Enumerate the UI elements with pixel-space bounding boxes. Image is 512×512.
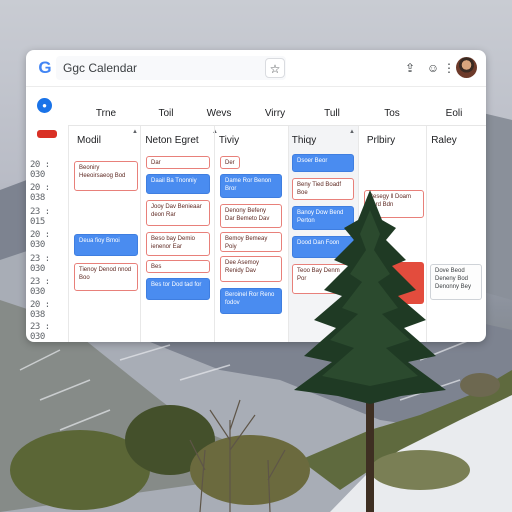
day-header[interactable]: Eoli	[424, 108, 484, 119]
time-label: 20 : 030	[30, 230, 50, 250]
time-label: 23 : 015	[30, 207, 50, 227]
share-icon[interactable]: ⇪	[400, 58, 420, 78]
more-vert-icon[interactable]: ⋮	[443, 58, 455, 78]
event[interactable]: Dsoer Beor	[292, 154, 354, 172]
column-header[interactable]: Prlbiry	[346, 135, 416, 146]
event[interactable]: Beoniry Heeoirsaeog Bod	[74, 161, 138, 191]
time-label: 23 : 030	[30, 322, 50, 342]
time-label: 20 : 038	[30, 183, 50, 203]
face-icon[interactable]: ☺	[423, 58, 443, 78]
day-header[interactable]: Virry	[245, 108, 305, 119]
column-separator	[140, 126, 141, 342]
event[interactable]: Jooy Dav Benieaar deon Rar	[146, 200, 210, 226]
header-divider	[68, 125, 486, 126]
day-header[interactable]: Tos	[362, 108, 422, 119]
event[interactable]: Dee Asemoy Renidy Dav	[220, 256, 282, 282]
top-bar: G Ggc Calendar ☆ ⇪ ☺ ⋮	[26, 50, 486, 86]
column-header[interactable]: Thiqy	[269, 135, 339, 146]
google-logo-icon: G	[38, 58, 52, 77]
column-header[interactable]: Tiviy	[194, 135, 264, 146]
column-separator	[214, 126, 215, 342]
event[interactable]: Der	[220, 156, 240, 169]
event[interactable]: Tienoy Denod nnod Boo	[74, 263, 138, 291]
event[interactable]: Beroinel Ror Reno fodov	[220, 288, 282, 314]
event[interactable]: Bes tor Dod tad for	[146, 278, 210, 300]
event[interactable]: Bemoy Bemeay Poiy	[220, 232, 282, 252]
calendar-logo-icon[interactable]: ●	[37, 98, 52, 113]
star-icon[interactable]: ☆	[265, 58, 285, 78]
event[interactable]: Denony Befeny Dar Bemeto Dav	[220, 204, 282, 228]
event[interactable]: Deua fioy Bmoi	[74, 234, 138, 256]
event[interactable]: Bes	[146, 260, 210, 273]
day-header[interactable]: Tull	[302, 108, 362, 119]
sort-icon[interactable]: ▲	[349, 129, 355, 135]
event[interactable]: Dame Ror Benon Bror	[220, 174, 282, 198]
event[interactable]: Daail Ba Tnonniy	[146, 174, 210, 194]
app-title: Ggc Calendar	[63, 61, 138, 75]
event[interactable]: Dar	[146, 156, 210, 169]
day-header[interactable]: Trne	[76, 108, 136, 119]
fir-tree	[286, 190, 456, 512]
top-divider	[26, 86, 486, 87]
sort-icon[interactable]: ▲	[132, 129, 138, 135]
time-label: 20 : 038	[30, 300, 50, 320]
event[interactable]: Beso bay Demio ienenor Ear	[146, 232, 210, 256]
avatar[interactable]	[456, 57, 477, 78]
column-separator	[68, 126, 69, 342]
column-header[interactable]: Raley	[409, 135, 479, 146]
day-header[interactable]: Wevs	[189, 108, 249, 119]
day-header[interactable]: Toil	[136, 108, 196, 119]
time-label: 23 : 030	[30, 254, 50, 274]
column-header[interactable]: Modil	[54, 135, 124, 146]
time-label: 23 : 030	[30, 277, 50, 297]
time-label: 20 : 030	[30, 160, 50, 180]
